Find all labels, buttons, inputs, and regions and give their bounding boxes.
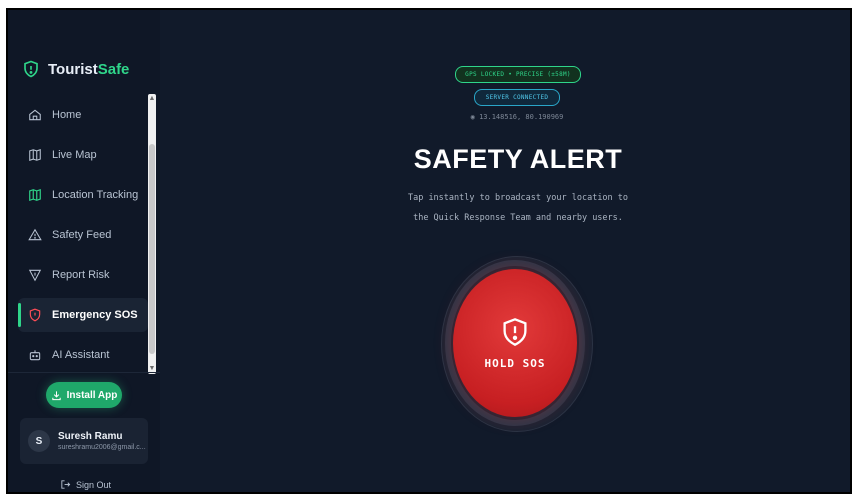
- server-status-badge: SERVER CONNECTED: [474, 89, 560, 106]
- scrollbar-thumb[interactable]: [149, 144, 155, 354]
- bot-icon: [29, 350, 41, 361]
- app-window: TouristSafe Home Live Map Location Track…: [6, 8, 852, 494]
- scroll-up-icon[interactable]: ▲: [148, 94, 156, 104]
- sidebar-scrollbar[interactable]: ▲ ▼: [148, 94, 156, 374]
- sidebar-item-live-map[interactable]: Live Map: [18, 138, 148, 172]
- home-icon: [29, 109, 41, 121]
- sign-out-icon: [61, 480, 71, 489]
- page-subtitle: Tap instantly to broadcast your location…: [358, 188, 678, 228]
- sidebar-item-home[interactable]: Home: [18, 98, 148, 132]
- sidebar-nav: Home Live Map Location Tracking Safety F…: [18, 92, 152, 372]
- sidebar-item-label: AI Assistant: [52, 349, 110, 361]
- avatar: S: [28, 430, 50, 452]
- shield-alert-icon: [503, 317, 527, 346]
- sign-out-button[interactable]: Sign Out: [60, 479, 111, 490]
- page-title: SAFETY ALERT: [413, 144, 623, 174]
- triangle-down-icon: [28, 269, 42, 282]
- download-icon: [51, 390, 61, 400]
- sidebar-item-label: Location Tracking: [52, 189, 139, 201]
- subtitle-line-1: Tap instantly to broadcast your location…: [407, 193, 629, 203]
- sidebar-item-label: Home: [52, 109, 82, 121]
- sidebar-item-label: Safety Feed: [52, 229, 112, 241]
- sidebar-item-safety-feed[interactable]: Safety Feed: [18, 218, 148, 252]
- shield-alert-icon: [29, 308, 41, 322]
- map-icon: [29, 149, 41, 161]
- shield-logo-icon: [24, 60, 38, 78]
- map-icon: [29, 188, 41, 202]
- sign-out-label: Sign Out: [76, 479, 112, 490]
- brand[interactable]: TouristSafe: [22, 60, 129, 78]
- subtitle-line-2: the Quick Response Team and nearby users…: [413, 213, 623, 223]
- sidebar-item-label: Emergency SOS: [52, 309, 138, 321]
- user-info: Suresh Ramu sureshramu2006@gmail.c...: [58, 431, 146, 451]
- warning-icon: [28, 228, 42, 241]
- hold-sos-label: HOLD SOS: [484, 356, 546, 370]
- install-app-label: Install App: [66, 389, 118, 401]
- gps-status-badge: GPS LOCKED • PRECISE (±58M): [455, 66, 581, 83]
- sidebar-item-label: Report Risk: [52, 269, 110, 281]
- brand-name: TouristSafe: [48, 60, 130, 78]
- divider: [8, 372, 160, 373]
- sidebar-item-label: Live Map: [52, 149, 97, 161]
- user-card[interactable]: S Suresh Ramu sureshramu2006@gmail.c...: [20, 418, 148, 464]
- coordinates-readout: ◉ 13.148516, 80.190969: [470, 113, 564, 121]
- sidebar-item-ai-assistant[interactable]: AI Assistant: [18, 338, 148, 372]
- sidebar-item-report-risk[interactable]: Report Risk: [18, 258, 148, 292]
- sidebar-item-location-tracking[interactable]: Location Tracking: [18, 178, 148, 212]
- sidebar-item-emergency-sos[interactable]: Emergency SOS: [18, 298, 148, 332]
- sidebar: TouristSafe Home Live Map Location Track…: [8, 10, 160, 492]
- install-app-button[interactable]: Install App: [46, 382, 122, 408]
- user-name: Suresh Ramu: [58, 431, 123, 442]
- hold-sos-button[interactable]: HOLD SOS: [453, 269, 577, 417]
- user-email: sureshramu2006@gmail.c...: [58, 444, 146, 451]
